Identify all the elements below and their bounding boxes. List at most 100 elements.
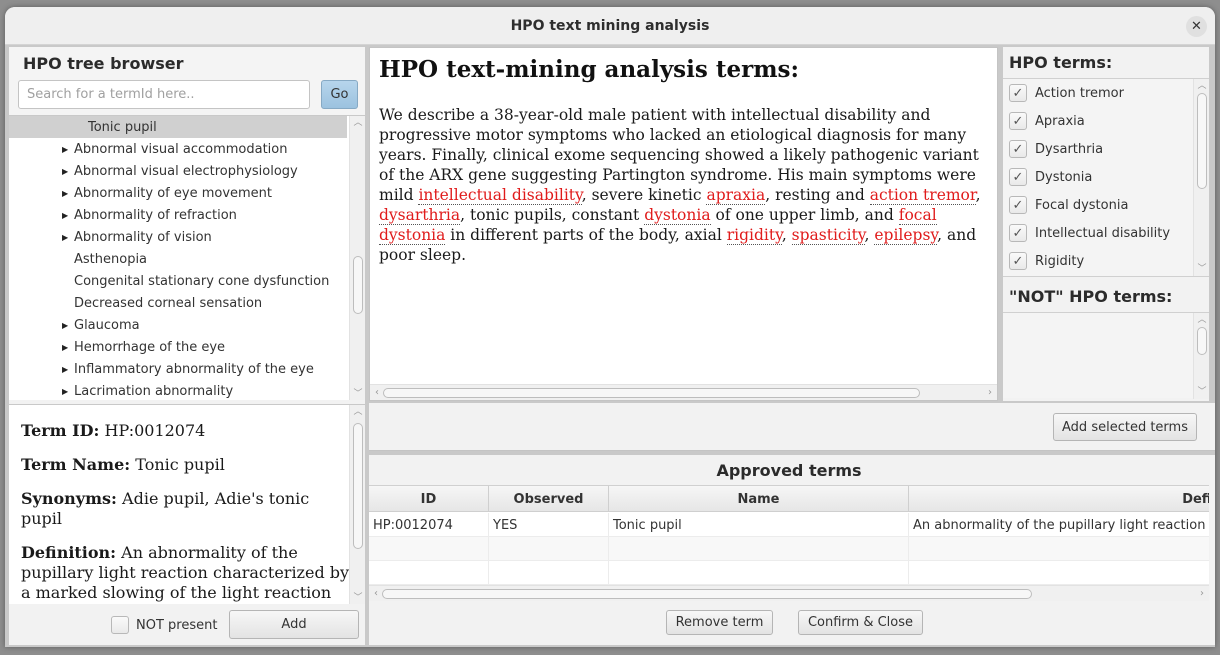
hpo-term-checkbox[interactable]: ✓ Dystonia xyxy=(1009,166,1092,188)
terms-scrollbar[interactable]: ︿ ﹀ xyxy=(1193,79,1209,276)
not-terms-scroll-thumb[interactable] xyxy=(1197,327,1207,355)
hpo-term-checkbox[interactable]: ✓ Apraxia xyxy=(1009,110,1085,132)
scroll-left-icon[interactable]: ‹ xyxy=(369,586,383,601)
not-present-checkbox[interactable]: NOT present xyxy=(111,616,217,634)
empty-table-row[interactable] xyxy=(369,537,1209,561)
confirm-close-button[interactable]: Confirm & Close xyxy=(798,610,923,635)
column-header-id[interactable]: ID xyxy=(369,486,489,512)
go-button[interactable]: Go xyxy=(321,80,358,109)
terms-scroll-thumb[interactable] xyxy=(1197,93,1207,189)
highlighted-term[interactable]: spasticity xyxy=(791,226,865,245)
scroll-right-icon[interactable]: › xyxy=(983,385,997,401)
expand-arrow-icon[interactable]: ▶ xyxy=(62,321,74,330)
hpo-term-checkbox[interactable]: ✓ Action tremor xyxy=(1009,82,1124,104)
tree-item-label: Abnormality of vision xyxy=(74,229,212,245)
scroll-up-icon[interactable]: ︿ xyxy=(1194,79,1209,93)
table-row[interactable]: HP:0012074 YES Tonic pupil An abnormality o… xyxy=(369,513,1209,537)
expand-arrow-icon[interactable]: ▶ xyxy=(62,343,74,352)
scroll-right-icon[interactable]: › xyxy=(1195,586,1209,601)
highlighted-term[interactable]: action tremor xyxy=(869,186,976,205)
highlighted-term[interactable]: dystonia xyxy=(644,206,711,225)
text-hscroll-thumb[interactable] xyxy=(383,388,920,398)
definition-line: Definition: An abnormality of the pupill… xyxy=(21,543,351,604)
expand-arrow-icon[interactable]: ▶ xyxy=(62,387,74,396)
tree-item[interactable]: ▶ Hemorrhage of the eye xyxy=(9,336,347,358)
expand-arrow-icon[interactable]: ▶ xyxy=(62,167,74,176)
tree-item[interactable]: Decreased corneal sensation xyxy=(9,292,347,314)
hpo-term-label: Focal dystonia xyxy=(1035,197,1129,213)
tree-item[interactable]: ▶ Inflammatory abnormality of the eye xyxy=(9,358,347,380)
tree-scroll-thumb[interactable] xyxy=(353,256,363,314)
remove-term-button[interactable]: Remove term xyxy=(666,610,773,635)
expand-arrow-icon[interactable]: ▶ xyxy=(62,189,74,198)
highlighted-term[interactable]: epilepsy xyxy=(874,226,938,245)
column-header-name[interactable]: Name xyxy=(609,486,909,512)
tree-item[interactable]: ▶ Glaucoma xyxy=(9,314,347,336)
scroll-down-icon[interactable]: ﹀ xyxy=(1194,385,1210,399)
checkmark-icon[interactable]: ✓ xyxy=(1009,84,1027,102)
tree-item[interactable]: ▶ Abnormal visual accommodation xyxy=(9,138,347,160)
term-detail-panel: Term ID: HP:0012074 Term Name: Tonic pup… xyxy=(9,404,365,604)
scroll-down-icon[interactable]: ﹀ xyxy=(350,387,365,400)
term-search-input[interactable] xyxy=(18,80,310,109)
approved-terms-table: ID Observed Name Definition HP:0012074YE… xyxy=(369,485,1209,601)
expand-arrow-icon[interactable]: ▶ xyxy=(62,145,74,154)
table-hscroll-thumb[interactable] xyxy=(382,589,1032,599)
checkmark-icon[interactable]: ✓ xyxy=(1009,168,1027,186)
close-button[interactable]: ✕ xyxy=(1186,16,1207,37)
approved-terms-title: Approved terms xyxy=(716,461,862,480)
checkmark-icon[interactable]: ✓ xyxy=(1009,196,1027,214)
detail-scroll-thumb[interactable] xyxy=(353,423,363,549)
scroll-up-icon[interactable]: ︿ xyxy=(350,116,365,130)
checkmark-icon[interactable]: ✓ xyxy=(1009,252,1027,270)
hpo-term-label: Apraxia xyxy=(1035,113,1085,129)
scroll-up-icon[interactable]: ︿ xyxy=(1194,313,1210,327)
checkmark-icon[interactable]: ✓ xyxy=(1009,112,1027,130)
tree-item-label: Inflammatory abnormality of the eye xyxy=(74,361,314,377)
scroll-up-icon[interactable]: ︿ xyxy=(350,405,365,419)
hpo-term-checkbox[interactable]: ✓ Rigidity xyxy=(1009,250,1084,272)
tree-item[interactable]: Asthenopia xyxy=(9,248,347,270)
definition-label: Definition: xyxy=(21,543,117,562)
empty-table-row[interactable] xyxy=(369,561,1209,585)
not-present-label: NOT present xyxy=(136,617,218,633)
checkbox-icon[interactable] xyxy=(111,616,129,634)
detail-scrollbar[interactable]: ︿ ﹀ xyxy=(349,405,365,604)
tree-item[interactable]: ▶ Lacrimation abnormality xyxy=(9,380,347,400)
column-header-observed[interactable]: Observed xyxy=(489,486,609,512)
table-cell: HP:0012074 xyxy=(369,513,489,537)
tree-item[interactable]: Congenital stationary cone dysfunction xyxy=(9,270,347,292)
tree-item[interactable]: ▶ Abnormality of refraction xyxy=(9,204,347,226)
hpo-term-checkbox[interactable]: ✓ Intellectual disability xyxy=(1009,222,1170,244)
hpo-term-checkbox[interactable]: ✓ Dysarthria xyxy=(1009,138,1103,160)
checkmark-icon[interactable]: ✓ xyxy=(1009,140,1027,158)
expand-arrow-icon[interactable]: ▶ xyxy=(62,211,74,220)
tree-item[interactable]: ▶ Abnormal visual electrophysiology xyxy=(9,160,347,182)
expand-arrow-icon[interactable]: ▶ xyxy=(62,365,74,374)
not-terms-scrollbar[interactable]: ︿ ﹀ xyxy=(1193,313,1209,399)
term-id-label: Term ID: xyxy=(21,421,100,440)
highlighted-term[interactable]: dysarthria xyxy=(379,206,461,225)
text-hscrollbar[interactable]: ‹ › xyxy=(370,384,997,400)
tree-item[interactable]: Tonic pupil xyxy=(9,116,347,138)
table-hscrollbar[interactable]: ‹ › xyxy=(369,585,1209,601)
add-selected-terms-button[interactable]: Add selected terms xyxy=(1053,413,1197,441)
highlighted-term[interactable]: apraxia xyxy=(706,186,766,205)
tree-item[interactable]: ▶ Abnormality of eye movement xyxy=(9,182,347,204)
hpo-term-label: Rigidity xyxy=(1035,253,1085,269)
analysis-pane: HPO text-mining analysis terms: We descr… xyxy=(369,47,1215,645)
hpo-term-checkbox[interactable]: ✓ Focal dystonia xyxy=(1009,194,1128,216)
column-header-definition[interactable]: Definition xyxy=(909,486,1209,512)
tree-scrollbar[interactable]: ︿ ﹀ xyxy=(349,116,365,400)
tree-item-label: Asthenopia xyxy=(74,251,148,267)
add-button[interactable]: Add xyxy=(229,610,359,639)
highlighted-term[interactable]: intellectual disability xyxy=(418,186,582,205)
scroll-down-icon[interactable]: ﹀ xyxy=(350,591,365,604)
scroll-down-icon[interactable]: ﹀ xyxy=(1194,262,1209,276)
expand-arrow-icon[interactable]: ▶ xyxy=(62,233,74,242)
tree-item-label: Abnormality of eye movement xyxy=(74,185,273,201)
checkmark-icon[interactable]: ✓ xyxy=(1009,224,1027,242)
tree-item[interactable]: ▶ Abnormality of vision xyxy=(9,226,347,248)
scroll-left-icon[interactable]: ‹ xyxy=(370,385,384,401)
highlighted-term[interactable]: rigidity xyxy=(726,226,782,245)
